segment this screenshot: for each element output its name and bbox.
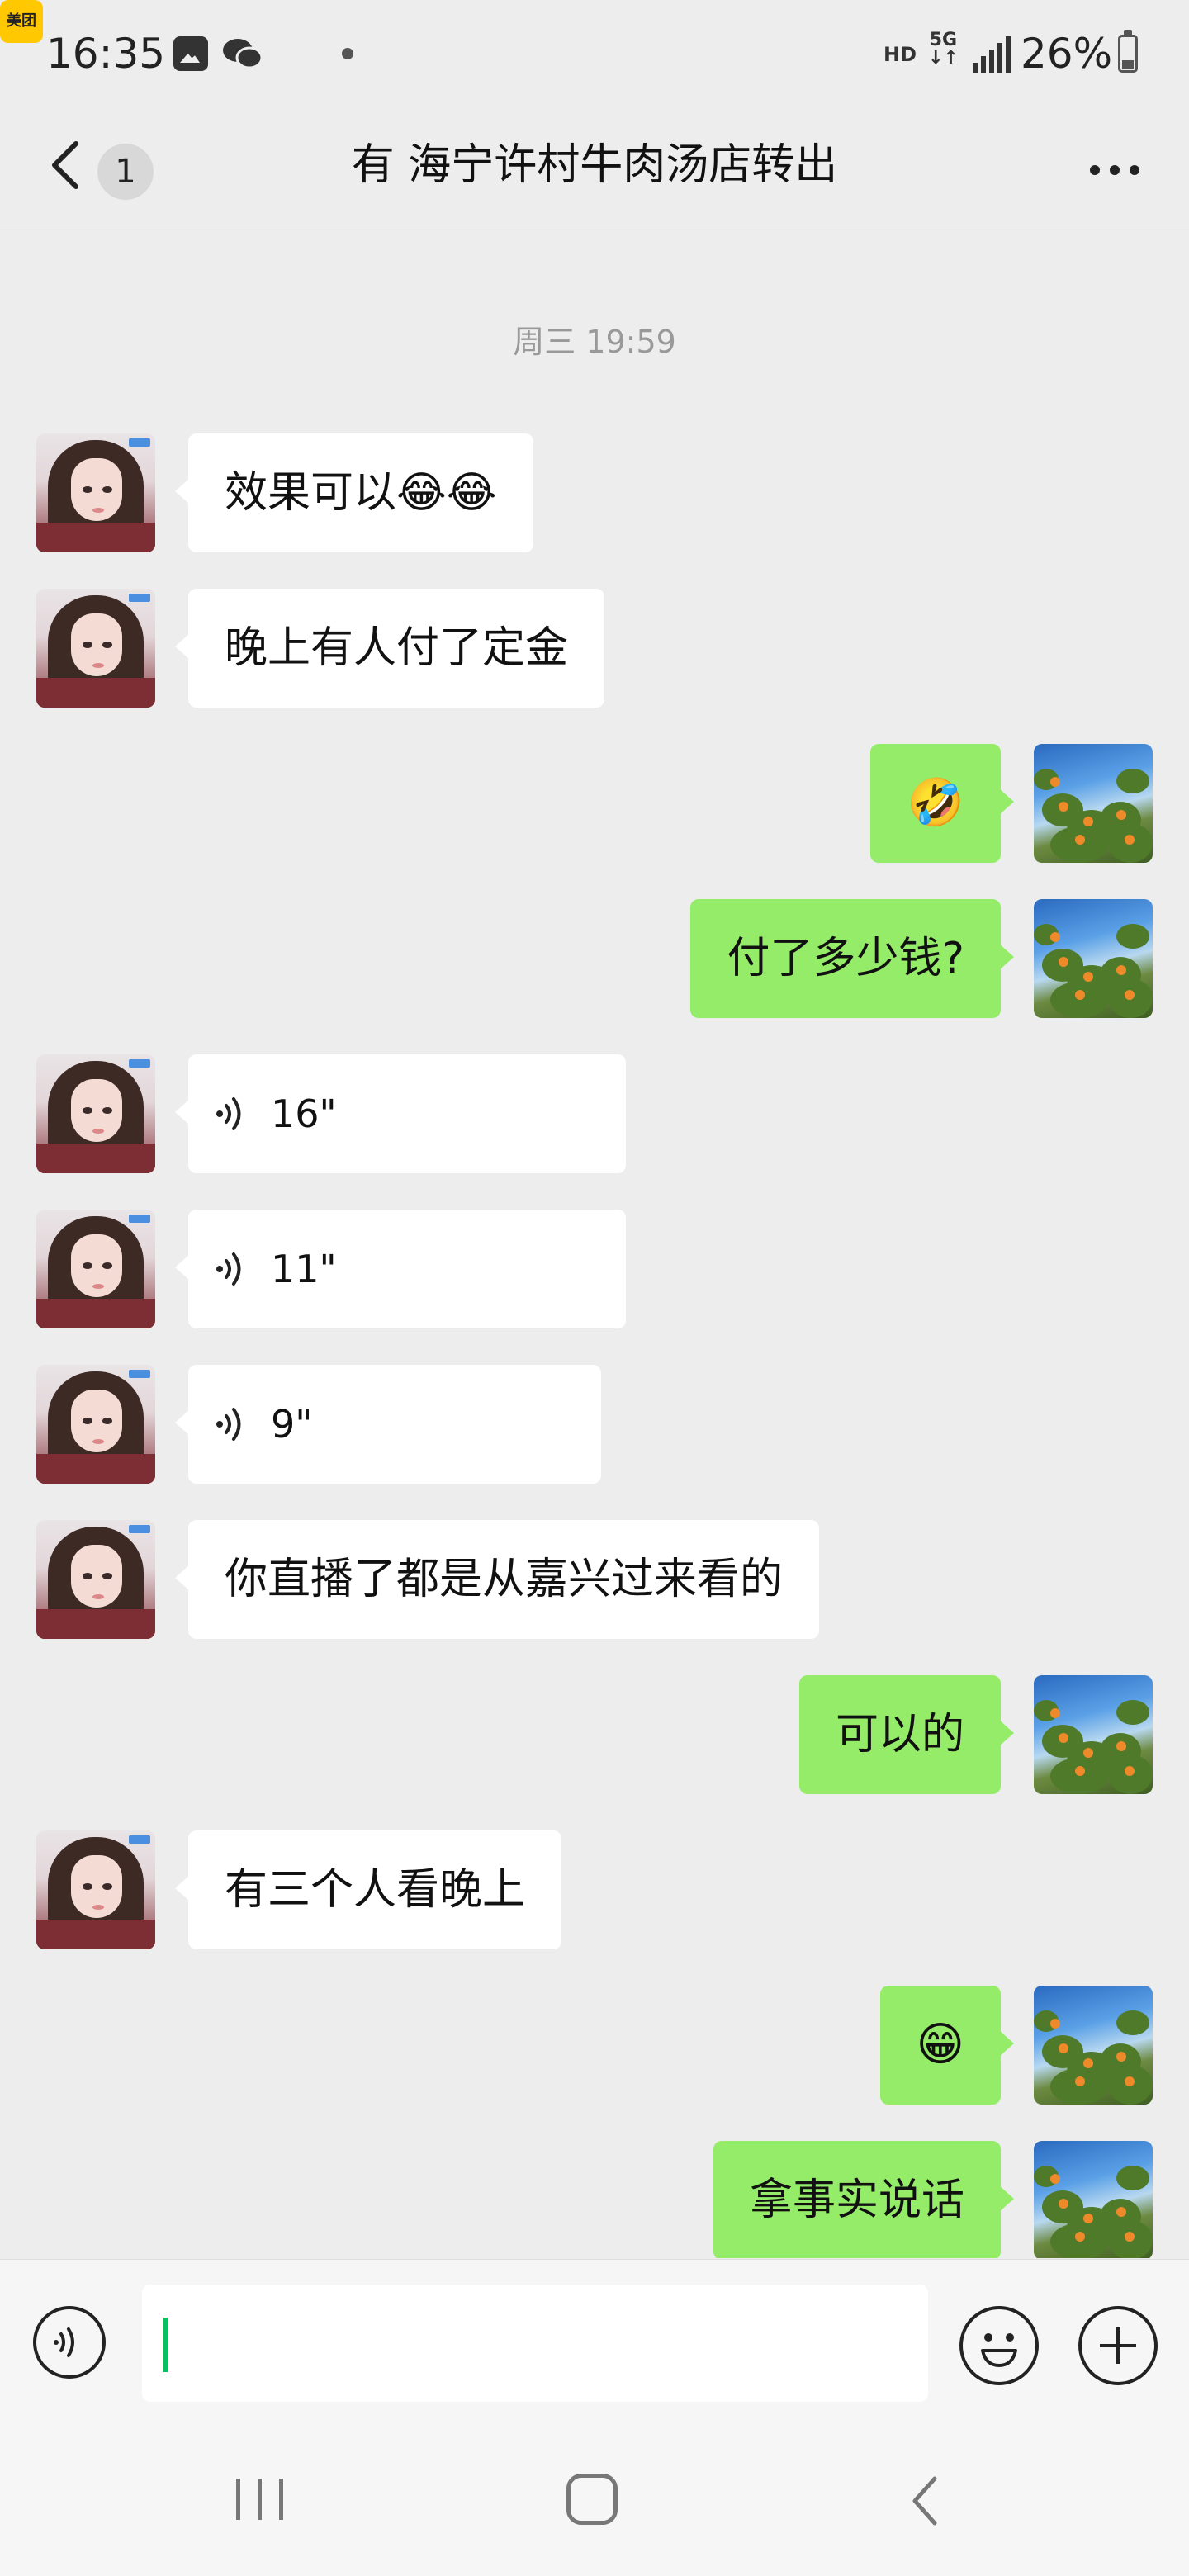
- notification-dot-icon: [342, 48, 353, 59]
- message-row: 你直播了都是从嘉兴过来看的: [0, 1520, 1189, 1639]
- message-text: 可以的: [835, 1710, 964, 1759]
- message-text: 你直播了都是从嘉兴过来看的: [225, 1555, 784, 1604]
- 5g-indicator: 5G ↓↑: [928, 30, 959, 69]
- voice-duration: 9": [271, 1402, 313, 1447]
- message-row: 9": [0, 1365, 1189, 1484]
- voice-message-bubble[interactable]: 11": [175, 1210, 626, 1328]
- voice-message-bubble[interactable]: 16": [175, 1054, 626, 1173]
- message-row: 付了多少钱?: [0, 899, 1189, 1018]
- voice-message-bubble[interactable]: 9": [175, 1365, 601, 1484]
- self-avatar[interactable]: [1034, 1675, 1153, 1794]
- message-row: 晚上有人付了定金: [0, 589, 1189, 708]
- text-message-bubble[interactable]: 有三个人看晚上: [174, 1830, 562, 1949]
- message-row: 效果可以😂😂: [0, 433, 1189, 552]
- back-arrow-icon[interactable]: [43, 132, 92, 198]
- contact-avatar[interactable]: [36, 1365, 155, 1484]
- text-cursor: [163, 2318, 168, 2372]
- message-row: 16": [0, 1054, 1189, 1173]
- battery-percent: 26%: [1021, 30, 1113, 78]
- voice-wave-icon: [216, 1097, 241, 1130]
- text-message-bubble[interactable]: 可以的: [798, 1675, 1015, 1794]
- self-avatar[interactable]: [1034, 1986, 1153, 2105]
- message-text: 效果可以😂😂: [225, 468, 497, 518]
- emoji-content: 😁: [916, 2018, 964, 2072]
- recent-apps-icon[interactable]: [236, 2479, 284, 2520]
- status-bar: 16:35 美团 HD 5G ↓↑ 26%: [0, 0, 1189, 107]
- contact-avatar[interactable]: [36, 589, 155, 708]
- emoji-message-bubble[interactable]: 🤣: [870, 744, 1014, 863]
- contact-avatar[interactable]: [36, 1210, 155, 1328]
- text-message-bubble[interactable]: 晚上有人付了定金: [174, 589, 605, 708]
- unread-badge[interactable]: 1: [97, 144, 154, 200]
- more-options-icon[interactable]: [1082, 144, 1148, 193]
- voice-wave-icon: [216, 1408, 241, 1441]
- message-input[interactable]: [142, 2285, 928, 2402]
- gallery-icon: [173, 36, 208, 71]
- voice-wave-icon: [216, 1252, 241, 1286]
- signal-icon: [973, 36, 1011, 73]
- contact-avatar[interactable]: [36, 1054, 155, 1173]
- self-avatar[interactable]: [1034, 899, 1153, 1018]
- message-text: 晚上有人付了定金: [225, 623, 569, 673]
- contact-avatar[interactable]: [36, 1830, 155, 1949]
- message-row: 😁: [0, 1986, 1189, 2105]
- chat-header: 1 有 海宁许村牛肉汤店转出: [0, 107, 1189, 225]
- message-row: 拿事实说话: [0, 2141, 1189, 2258]
- message-text: 付了多少钱?: [727, 934, 964, 983]
- home-icon[interactable]: [566, 2474, 618, 2525]
- chat-title: 有 海宁许村牛肉汤店转出: [351, 140, 838, 190]
- battery-fill: [1122, 59, 1134, 69]
- voice-duration: 16": [271, 1091, 337, 1136]
- emoji-message-bubble[interactable]: 😁: [879, 1986, 1015, 2105]
- contact-avatar[interactable]: [36, 433, 155, 552]
- system-back-icon[interactable]: [908, 2472, 941, 2530]
- system-navigation-bar: [0, 2421, 1189, 2576]
- message-list[interactable]: 周三 19:59 效果可以😂😂 晚上有人付了定金 🤣 付了多少钱? 16" 11" 9" 你直…: [0, 225, 1189, 2258]
- message-text: 拿事实说话: [749, 2176, 964, 2225]
- hd-indicator: HD: [883, 43, 917, 66]
- voice-duration: 11": [271, 1247, 337, 1291]
- message-row: 🤣: [0, 744, 1189, 863]
- wechat-icon: [223, 39, 263, 69]
- 5g-label: 5G: [929, 30, 958, 50]
- text-message-bubble[interactable]: 你直播了都是从嘉兴过来看的: [174, 1520, 820, 1639]
- emoji-button[interactable]: [959, 2306, 1039, 2385]
- text-message-bubble[interactable]: 效果可以😂😂: [175, 433, 533, 552]
- message-row: 可以的: [0, 1675, 1189, 1794]
- contact-avatar[interactable]: [36, 1520, 155, 1639]
- message-row: 11": [0, 1210, 1189, 1328]
- input-bar: [0, 2259, 1189, 2422]
- battery-icon: [1118, 30, 1138, 73]
- more-functions-button[interactable]: [1078, 2306, 1158, 2385]
- status-time: 16:35: [46, 30, 166, 78]
- message-row: 有三个人看晚上: [0, 1830, 1189, 1949]
- self-avatar[interactable]: [1034, 2141, 1153, 2258]
- emoji-content: 🤣: [907, 776, 964, 830]
- meituan-icon: 美团: [0, 0, 43, 43]
- voice-input-button[interactable]: [33, 2306, 106, 2379]
- self-avatar[interactable]: [1034, 744, 1153, 863]
- text-message-bubble[interactable]: 拿事实说话: [713, 2141, 1015, 2258]
- message-timestamp: 周三 19:59: [513, 324, 676, 360]
- text-message-bubble[interactable]: 付了多少钱?: [690, 899, 1014, 1018]
- message-text: 有三个人看晚上: [225, 1865, 526, 1915]
